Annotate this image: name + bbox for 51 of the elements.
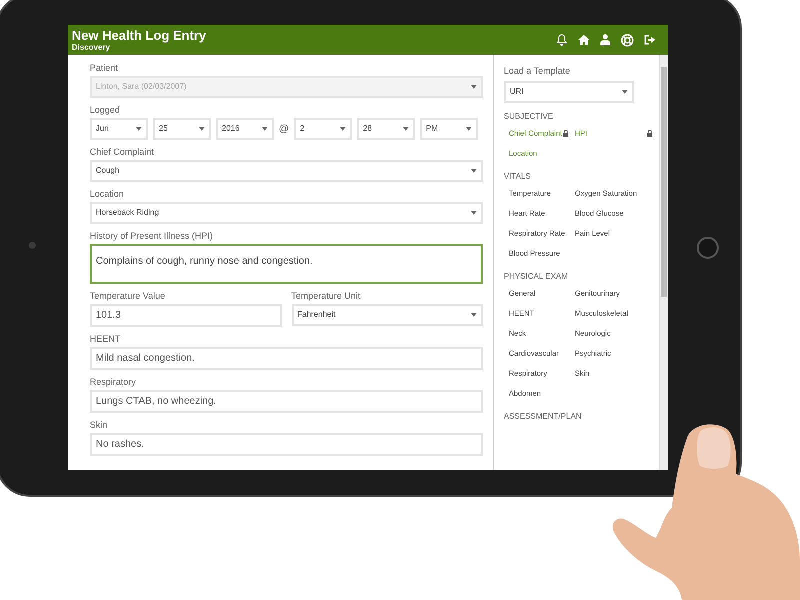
dropdown[interactable]: 28 — [357, 118, 416, 140]
field-label: Skin — [90, 420, 109, 431]
caret-icon — [199, 127, 205, 131]
field-label: History of Present Illness (HPI) — [90, 231, 214, 242]
separator-text: @ — [279, 122, 290, 136]
dropdown[interactable]: Fahrenheit — [292, 304, 483, 326]
caret-icon — [403, 127, 410, 131]
caret-icon — [471, 85, 477, 89]
sign-out-icon[interactable] — [644, 34, 656, 46]
field-label: Patient — [90, 63, 120, 74]
window-title: New Health Log Entry — [72, 28, 206, 42]
input-field[interactable]: No rashes. — [90, 433, 483, 456]
field-label: Location — [90, 189, 126, 200]
field-label: Temperature Unit — [292, 291, 362, 302]
user-icon[interactable] — [600, 34, 611, 46]
section-heading: PHYSICAL EXAM — [504, 270, 570, 282]
caret-icon — [471, 169, 477, 173]
scrollbar-thumb[interactable] — [661, 67, 667, 297]
input-field[interactable]: Mild nasal congestion. — [90, 347, 483, 370]
dropdown[interactable]: URI — [504, 80, 634, 102]
caret-icon — [471, 313, 477, 317]
section-heading: VITALS — [504, 170, 532, 182]
bell-icon[interactable] — [556, 34, 568, 46]
dropdown[interactable]: 25 — [153, 118, 211, 140]
dropdown[interactable]: Horseback Riding — [90, 202, 483, 224]
field-label: Load a Template — [504, 65, 572, 78]
scrollbar[interactable] — [659, 55, 668, 470]
dropdown[interactable]: Cough — [90, 160, 483, 182]
input-field[interactable]: 101.3 — [90, 304, 282, 327]
section-heading: ASSESSMENT/PLAN — [504, 410, 583, 422]
field-label: HEENT — [90, 334, 122, 345]
dropdown[interactable]: 2 — [294, 118, 352, 140]
caret-icon — [466, 127, 472, 131]
input-field[interactable]: Lungs CTAB, no wheezing. — [90, 390, 483, 413]
section-heading: SUBJECTIVE — [504, 110, 554, 122]
dropdown[interactable]: PM — [420, 118, 478, 140]
lifebuoy-icon[interactable] — [621, 34, 634, 46]
field-label: Chief Complaint — [90, 147, 156, 158]
caret-icon — [471, 211, 477, 215]
caret-icon — [262, 127, 268, 131]
text-area[interactable]: Complains of cough, runny nose and congestion. — [90, 244, 483, 284]
field-label: Temperature Value — [90, 291, 166, 302]
field-label: Respiratory — [90, 377, 138, 388]
home-icon[interactable] — [578, 34, 590, 46]
dropdown[interactable]: 2016 — [216, 118, 274, 140]
caret-icon — [340, 127, 346, 131]
window-subtitle: Discovery — [72, 44, 112, 52]
caret-icon — [622, 90, 628, 94]
dropdown[interactable]: Jun — [90, 118, 148, 140]
field-label: Logged — [90, 105, 122, 116]
caret-icon — [136, 127, 142, 131]
